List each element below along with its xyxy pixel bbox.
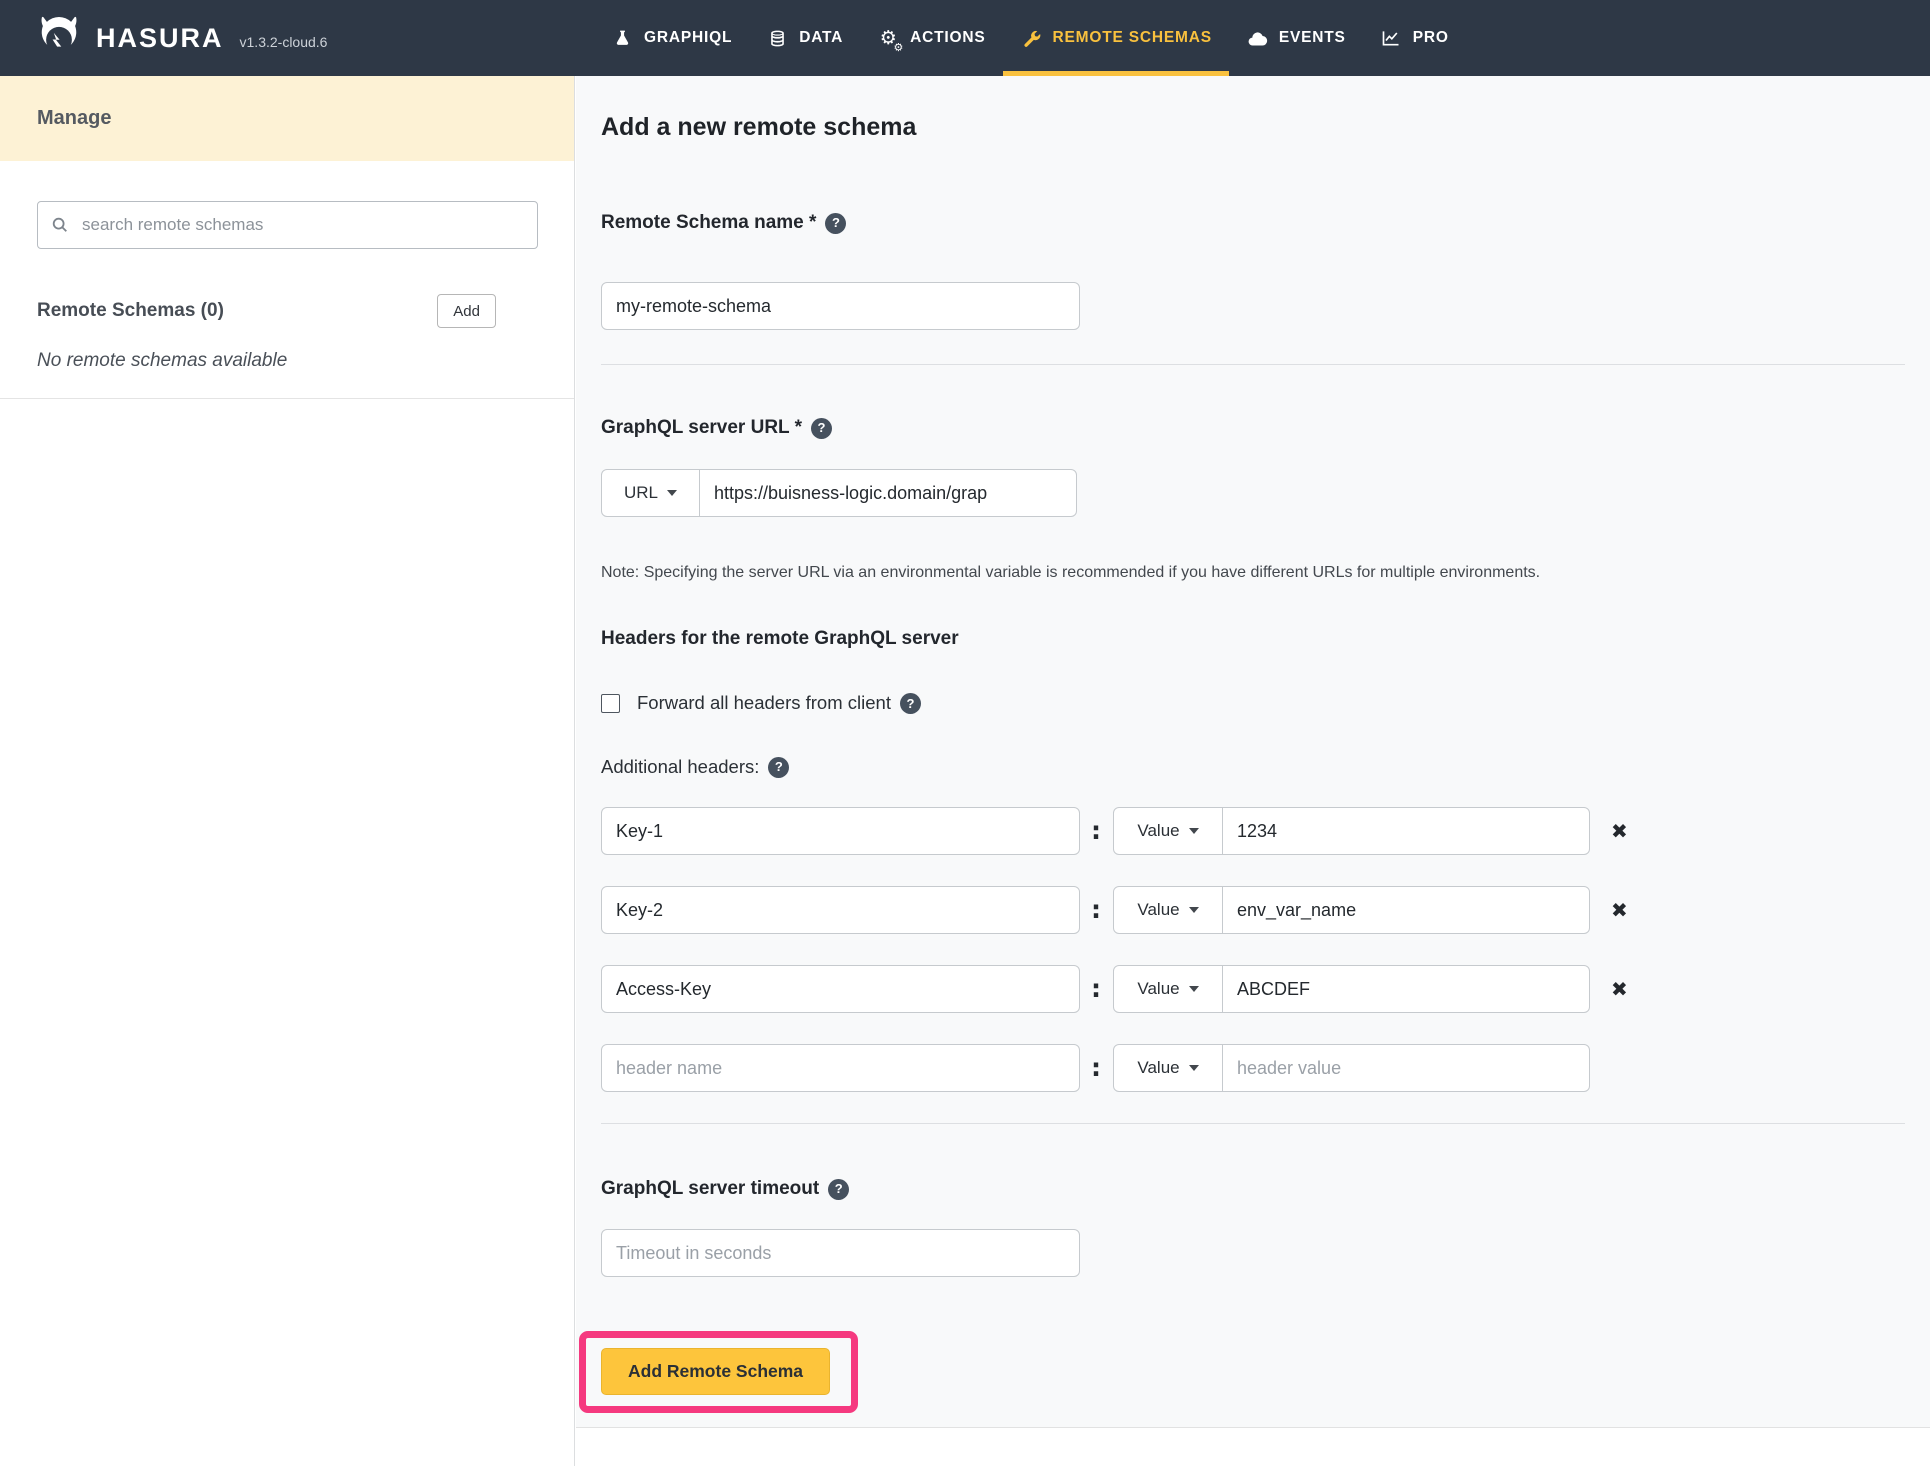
chevron-down-icon [1189, 907, 1199, 913]
add-remote-schema-button[interactable]: Add Remote Schema [601, 1348, 830, 1395]
value-type-label: Value [1137, 900, 1179, 920]
nav-item-label: REMOTE SCHEMAS [1053, 29, 1212, 47]
nav-item-events[interactable]: EVENTS [1229, 0, 1363, 76]
chevron-down-icon [667, 490, 677, 496]
colon-separator: : [1091, 807, 1101, 855]
header-key-input[interactable] [601, 886, 1080, 934]
sidebar-manage-header[interactable]: Manage [0, 76, 574, 161]
forward-headers-label: Forward all headers from client [637, 692, 891, 714]
graphql-server-timeout-label: GraphQL server timeout ? [601, 1178, 1905, 1200]
search-icon [51, 216, 69, 234]
nav-item-actions[interactable]: ⚙ ⚙ ACTIONS [860, 0, 1002, 76]
submit-area: Add Remote Schema [601, 1348, 830, 1395]
nav-item-label: DATA [799, 29, 843, 47]
nav-item-label: GRAPHIQL [644, 29, 732, 47]
sidebar-divider [0, 398, 574, 399]
colon-separator: : [1091, 965, 1101, 1013]
value-type-label: Value [1137, 1058, 1179, 1078]
header-row: : Value ✖ [601, 886, 1905, 934]
brand: HASURA v1.3.2-cloud.6 [0, 15, 327, 61]
label-text: Additional headers: [601, 756, 759, 778]
remote-schema-name-label: Remote Schema name * ? [601, 212, 1905, 234]
header-key-input[interactable] [601, 965, 1080, 1013]
help-icon[interactable]: ? [811, 418, 832, 439]
label-text: GraphQL server URL * [601, 417, 802, 439]
manage-label: Manage [37, 107, 111, 130]
add-schema-button[interactable]: Add [437, 294, 496, 328]
server-timeout-input[interactable] [601, 1229, 1080, 1277]
header-value-input[interactable] [1222, 886, 1590, 934]
forward-headers-checkbox[interactable] [601, 694, 620, 713]
nav-item-remote-schemas[interactable]: REMOTE SCHEMAS [1003, 0, 1229, 76]
graphql-server-url-label: GraphQL server URL * ? [601, 417, 1905, 439]
add-remote-schema-form: Add a new remote schema Remote Schema na… [576, 76, 1930, 1428]
remote-schemas-header-row: Remote Schemas (0) Add [37, 294, 496, 328]
brand-name: HASURA [96, 23, 224, 54]
label-text: Remote Schema name * [601, 212, 816, 234]
header-key-input[interactable] [601, 1044, 1080, 1092]
chevron-down-icon [1189, 986, 1199, 992]
chart-icon [1380, 27, 1403, 50]
remote-schemas-count-heading: Remote Schemas (0) [37, 300, 224, 322]
header-row-empty: : Value [601, 1044, 1905, 1092]
gears-icon: ⚙ ⚙ [877, 27, 900, 50]
nav-item-data[interactable]: DATA [749, 0, 860, 76]
url-input-group: URL [601, 469, 1905, 517]
wrench-icon [1020, 27, 1043, 50]
database-icon [766, 27, 789, 50]
remove-header-icon[interactable]: ✖ [1611, 821, 1628, 841]
remove-header-icon[interactable]: ✖ [1611, 979, 1628, 999]
cloud-icon [1246, 27, 1269, 50]
empty-schemas-text: No remote schemas available [37, 350, 537, 372]
url-type-label: URL [624, 483, 658, 503]
additional-headers-label: Additional headers: ? [601, 756, 1905, 778]
section-divider [601, 364, 1905, 365]
value-type-dropdown[interactable]: Value [1113, 886, 1223, 934]
sidebar: Manage Remote Schemas (0) Add No remote … [0, 76, 575, 1466]
value-type-dropdown[interactable]: Value [1113, 965, 1223, 1013]
help-icon[interactable]: ? [825, 213, 846, 234]
colon-separator: : [1091, 886, 1101, 934]
headers-section-heading: Headers for the remote GraphQL server [601, 628, 1905, 650]
url-note: Note: Specifying the server URL via an e… [601, 563, 1905, 582]
section-divider [601, 1123, 1905, 1124]
nav-item-label: PRO [1413, 29, 1449, 47]
flask-icon [611, 27, 634, 50]
top-nav: GRAPHIQL DATA ⚙ ⚙ ACTIONS REMOTE SCHEMAS [594, 0, 1466, 76]
colon-separator: : [1091, 1044, 1101, 1092]
label-text: GraphQL server timeout [601, 1178, 819, 1200]
main-panel: Add a new remote schema Remote Schema na… [576, 76, 1930, 1466]
nav-item-pro[interactable]: PRO [1363, 0, 1466, 76]
forward-headers-row: Forward all headers from client ? [601, 692, 1905, 714]
help-icon[interactable]: ? [768, 757, 789, 778]
header-value-input[interactable] [1222, 965, 1590, 1013]
header-row: : Value ✖ [601, 807, 1905, 855]
nav-item-label: EVENTS [1279, 29, 1346, 47]
value-type-label: Value [1137, 821, 1179, 841]
nav-item-label: ACTIONS [910, 29, 985, 47]
header-value-input[interactable] [1222, 1044, 1590, 1092]
search-remote-schemas-input[interactable] [37, 201, 538, 249]
value-type-dropdown[interactable]: Value [1113, 1044, 1223, 1092]
top-navbar: HASURA v1.3.2-cloud.6 GRAPHIQL DATA ⚙ ⚙ … [0, 0, 1930, 76]
chevron-down-icon [1189, 1065, 1199, 1071]
page-title: Add a new remote schema [601, 76, 1905, 142]
header-key-input[interactable] [601, 807, 1080, 855]
schema-search [37, 201, 537, 249]
value-type-label: Value [1137, 979, 1179, 999]
help-icon[interactable]: ? [828, 1179, 849, 1200]
help-icon[interactable]: ? [900, 693, 921, 714]
chevron-down-icon [1189, 828, 1199, 834]
remote-schema-name-input[interactable] [601, 282, 1080, 330]
nav-item-graphiql[interactable]: GRAPHIQL [594, 0, 749, 76]
header-value-input[interactable] [1222, 807, 1590, 855]
url-type-dropdown[interactable]: URL [601, 469, 700, 517]
graphql-server-url-input[interactable] [699, 469, 1077, 517]
value-type-dropdown[interactable]: Value [1113, 807, 1223, 855]
remove-header-icon[interactable]: ✖ [1611, 900, 1628, 920]
header-row: : Value ✖ [601, 965, 1905, 1013]
header-rows: : Value ✖ : Value ✖ : [601, 807, 1905, 1092]
hasura-logo-icon [36, 15, 82, 61]
version-label: v1.3.2-cloud.6 [240, 34, 328, 50]
